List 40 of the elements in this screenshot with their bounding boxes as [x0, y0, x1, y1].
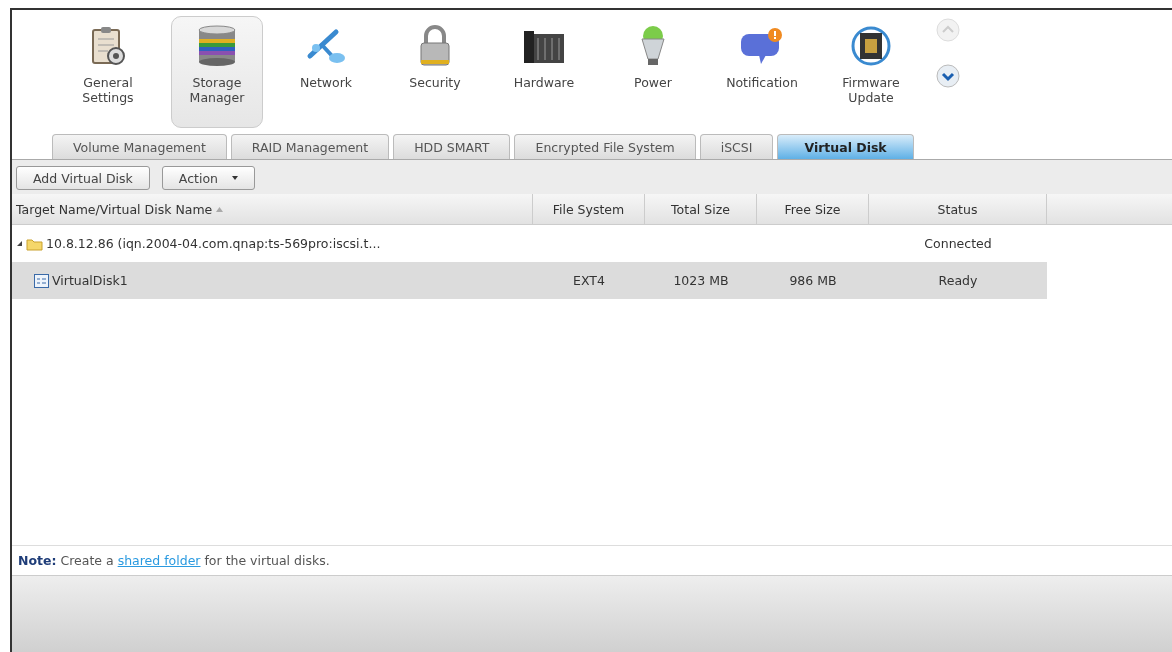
add-virtual-disk-button[interactable]: Add Virtual Disk	[16, 166, 150, 190]
nav-item[interactable]: Hardware	[498, 16, 590, 128]
folder-icon	[26, 236, 43, 251]
nav-item[interactable]: Network	[280, 16, 372, 128]
column-header[interactable]: Free Size	[757, 194, 869, 225]
sort-ascending-icon	[216, 206, 224, 212]
column-header[interactable]: Target Name/Virtual Disk Name	[12, 194, 533, 225]
nav-item[interactable]: Power	[607, 16, 699, 128]
expanded-triangle-icon[interactable]	[16, 240, 23, 247]
tab[interactable]: Encrypted File System	[514, 134, 696, 159]
scroll-down-icon[interactable]	[936, 64, 960, 88]
column-header[interactable]: File System	[533, 194, 645, 225]
tab[interactable]: Volume Management	[52, 134, 227, 159]
tree-item-label[interactable]: VirtualDisk1	[52, 273, 128, 288]
nav-item[interactable]: Notification	[716, 16, 808, 128]
nav-item[interactable]: Firmware Update	[825, 16, 917, 128]
padlock-icon	[419, 25, 451, 67]
chip-refresh-icon	[851, 25, 891, 67]
nav-item[interactable]: General Settings	[62, 16, 154, 128]
table-cell: 986 MB	[789, 273, 837, 288]
tab[interactable]: Virtual Disk	[777, 134, 914, 159]
table-cell: Ready	[938, 273, 978, 288]
database-icon	[197, 25, 237, 67]
server-icon	[522, 28, 566, 64]
caret-icon	[232, 176, 238, 180]
speech-bubble-alert-icon	[739, 26, 785, 66]
nav-item[interactable]: Storage Manager	[171, 16, 263, 128]
clipboard-gear-icon	[90, 26, 126, 66]
table-cell: Connected	[924, 236, 992, 251]
action-dropdown-button[interactable]: Action	[161, 166, 255, 190]
tree-item-label[interactable]: 10.8.12.86 (iqn.2004-04.com.qnap:ts-569pro:iscsi.t...	[46, 236, 381, 251]
tab[interactable]: RAID Management	[230, 134, 390, 159]
column-header[interactable]: Total Size	[645, 194, 757, 225]
table-cell: 1023 MB	[673, 273, 729, 288]
tab[interactable]: iSCSI	[699, 134, 774, 159]
tab[interactable]: HDD SMART	[393, 134, 511, 159]
nav-item[interactable]: Security	[389, 16, 481, 128]
table-cell: EXT4	[573, 273, 605, 288]
column-header[interactable]: Status	[869, 194, 1047, 225]
note-text: Note: Create a shared folder for the virtual disks.	[18, 553, 330, 568]
